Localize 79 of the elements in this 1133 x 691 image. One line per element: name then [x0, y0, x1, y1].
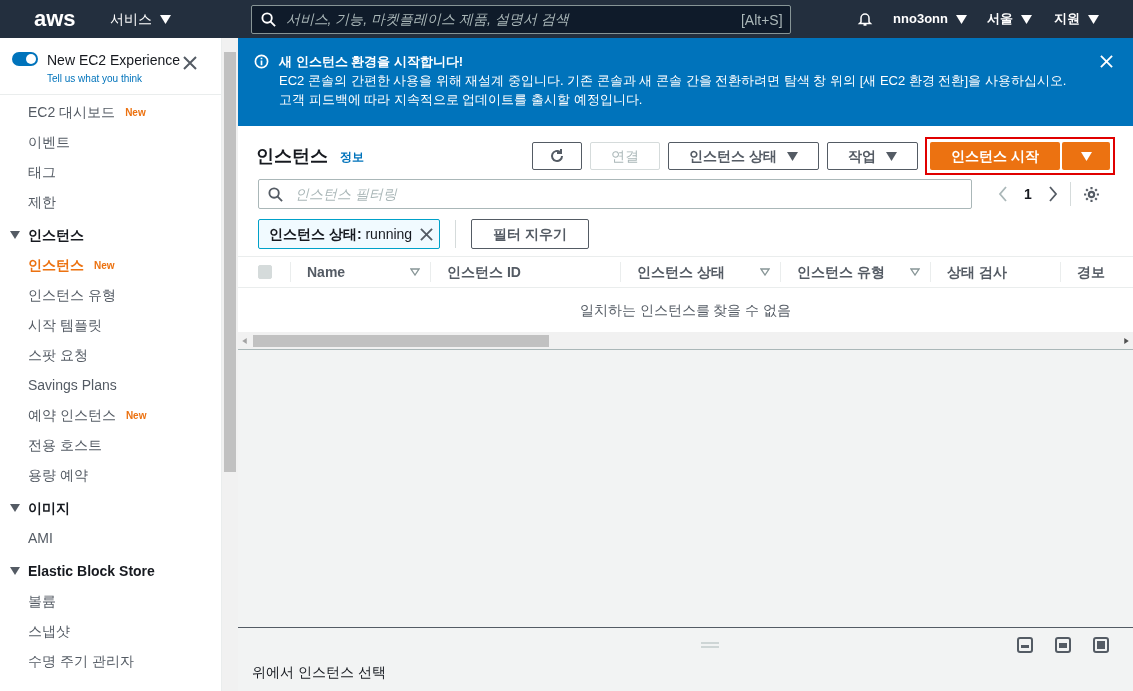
nav-link[interactable]: 스냅샷 [28, 620, 70, 642]
info-icon [254, 54, 269, 69]
actions-menu-button[interactable]: 작업 [827, 142, 918, 170]
caret-icon[interactable] [10, 231, 20, 239]
caret-icon[interactable] [10, 567, 20, 575]
banner-title: 새 인스턴스 환경을 시작합니다! [279, 53, 465, 71]
settings-icon[interactable] [1082, 185, 1100, 203]
new-label: New [125, 408, 147, 423]
region-menu[interactable]: 서울 [987, 9, 1032, 29]
scroll-right-icon[interactable] [1124, 337, 1129, 344]
info-link[interactable]: 정보 [340, 148, 364, 166]
column-header[interactable]: 인스턴스 상태 [637, 261, 760, 283]
column-header[interactable]: 상태 검사 [947, 261, 1050, 283]
caret-icon [786, 151, 798, 161]
refresh-button[interactable] [532, 142, 582, 170]
nav-link[interactable]: 예약 인스턴스 [28, 404, 116, 426]
caret-icon [1080, 151, 1092, 161]
account-menu[interactable]: nno3onn [893, 9, 967, 29]
nav-link[interactable]: EC2 대시보드 [28, 101, 116, 123]
nav-link[interactable]: 이벤트 [28, 131, 70, 153]
caret-icon [159, 14, 171, 24]
nav-link[interactable]: 제한 [28, 191, 56, 213]
search-icon [260, 11, 276, 27]
feedback-link[interactable]: Tell us what you think [47, 71, 183, 86]
caret-icon [1088, 14, 1099, 24]
caret-icon [886, 151, 897, 161]
section-heading[interactable]: 인스턴스 [28, 224, 84, 246]
clear-filters-button[interactable]: 필터 지우기 [471, 219, 590, 249]
section-heading[interactable]: 이미지 [28, 497, 70, 519]
close-icon[interactable] [420, 227, 434, 241]
column-header[interactable]: 인스턴스 유형 [797, 261, 910, 283]
nav-link[interactable]: 수명 주기 관리자 [28, 650, 134, 672]
support-menu[interactable]: 지원 [1054, 9, 1099, 29]
caret-icon [1021, 14, 1032, 24]
close-icon[interactable] [183, 56, 197, 70]
launch-menu-button[interactable] [1062, 142, 1110, 170]
nav-link[interactable]: 스팟 요청 [28, 344, 88, 366]
empty-message: 일치하는 인스턴스를 찾을 수 없음 [579, 300, 792, 320]
filter-field[interactable]: 인스턴스 필터링 [258, 179, 972, 209]
next-page-icon[interactable] [1047, 186, 1058, 202]
nav-link[interactable]: 용량 예약 [28, 464, 88, 486]
logo[interactable]: aws [34, 8, 76, 30]
new-label: New [125, 105, 146, 120]
scroll-thumb[interactable] [253, 334, 549, 347]
panel-title: 인스턴스 [256, 144, 328, 168]
page-number[interactable]: 1 [1024, 183, 1032, 205]
experience-title: New EC2 Experience [47, 51, 182, 70]
services-menu[interactable]: 서비스 [109, 8, 171, 30]
refresh-icon [549, 148, 565, 164]
new-label: New [94, 258, 115, 273]
nav-link[interactable]: 볼륨 [28, 590, 56, 612]
toggle-switch[interactable] [12, 52, 38, 66]
panel-position-icon[interactable] [1055, 637, 1071, 653]
split-panel-message: 위에서 인스턴스 선택 [252, 663, 387, 682]
nav-link[interactable]: 태그 [28, 161, 56, 183]
sort-icon[interactable] [410, 268, 420, 276]
nav-link[interactable]: Savings Plans [28, 374, 117, 396]
nav-link[interactable]: 인스턴스 유형 [28, 284, 116, 306]
banner-text: EC2 콘솔의 간편한 사용을 위해 재설계 중입니다. 기존 콘솔과 새 콘솔 간을 전환하려면 탐색 창 위의 [새 EC2 환경 전환]을 사용하십시오. 고객 피드백에 따라 지속적으로 업데이트를 출시할 예정입니다. [279, 72, 1068, 109]
panel-position-icon[interactable] [1017, 637, 1033, 653]
column-header[interactable]: Name [307, 261, 410, 283]
sort-icon[interactable] [760, 268, 770, 276]
panel-position-icon[interactable] [1093, 637, 1109, 653]
section-heading[interactable]: Elastic Block Store [28, 560, 155, 582]
nav-link[interactable]: AMI [28, 527, 53, 549]
bell-icon[interactable] [857, 11, 874, 27]
token-text: 인스턴스 상태: running [269, 224, 413, 244]
caret-icon[interactable] [10, 504, 20, 512]
resize-handle-icon[interactable] [700, 642, 719, 648]
column-header[interactable]: 경보 [1077, 261, 1106, 283]
nav-link[interactable]: 전용 호스트 [28, 434, 102, 456]
nav-link[interactable]: 시작 템플릿 [28, 314, 102, 336]
scroll-thumb[interactable] [224, 52, 236, 472]
search-icon [268, 187, 283, 202]
column-header[interactable]: 인스턴스 ID [447, 261, 610, 283]
state-menu-button[interactable]: 인스턴스 상태 [668, 142, 819, 170]
caret-icon [956, 14, 967, 24]
sort-icon[interactable] [910, 268, 920, 276]
shortcut-hint: [Alt+S] [740, 10, 783, 30]
